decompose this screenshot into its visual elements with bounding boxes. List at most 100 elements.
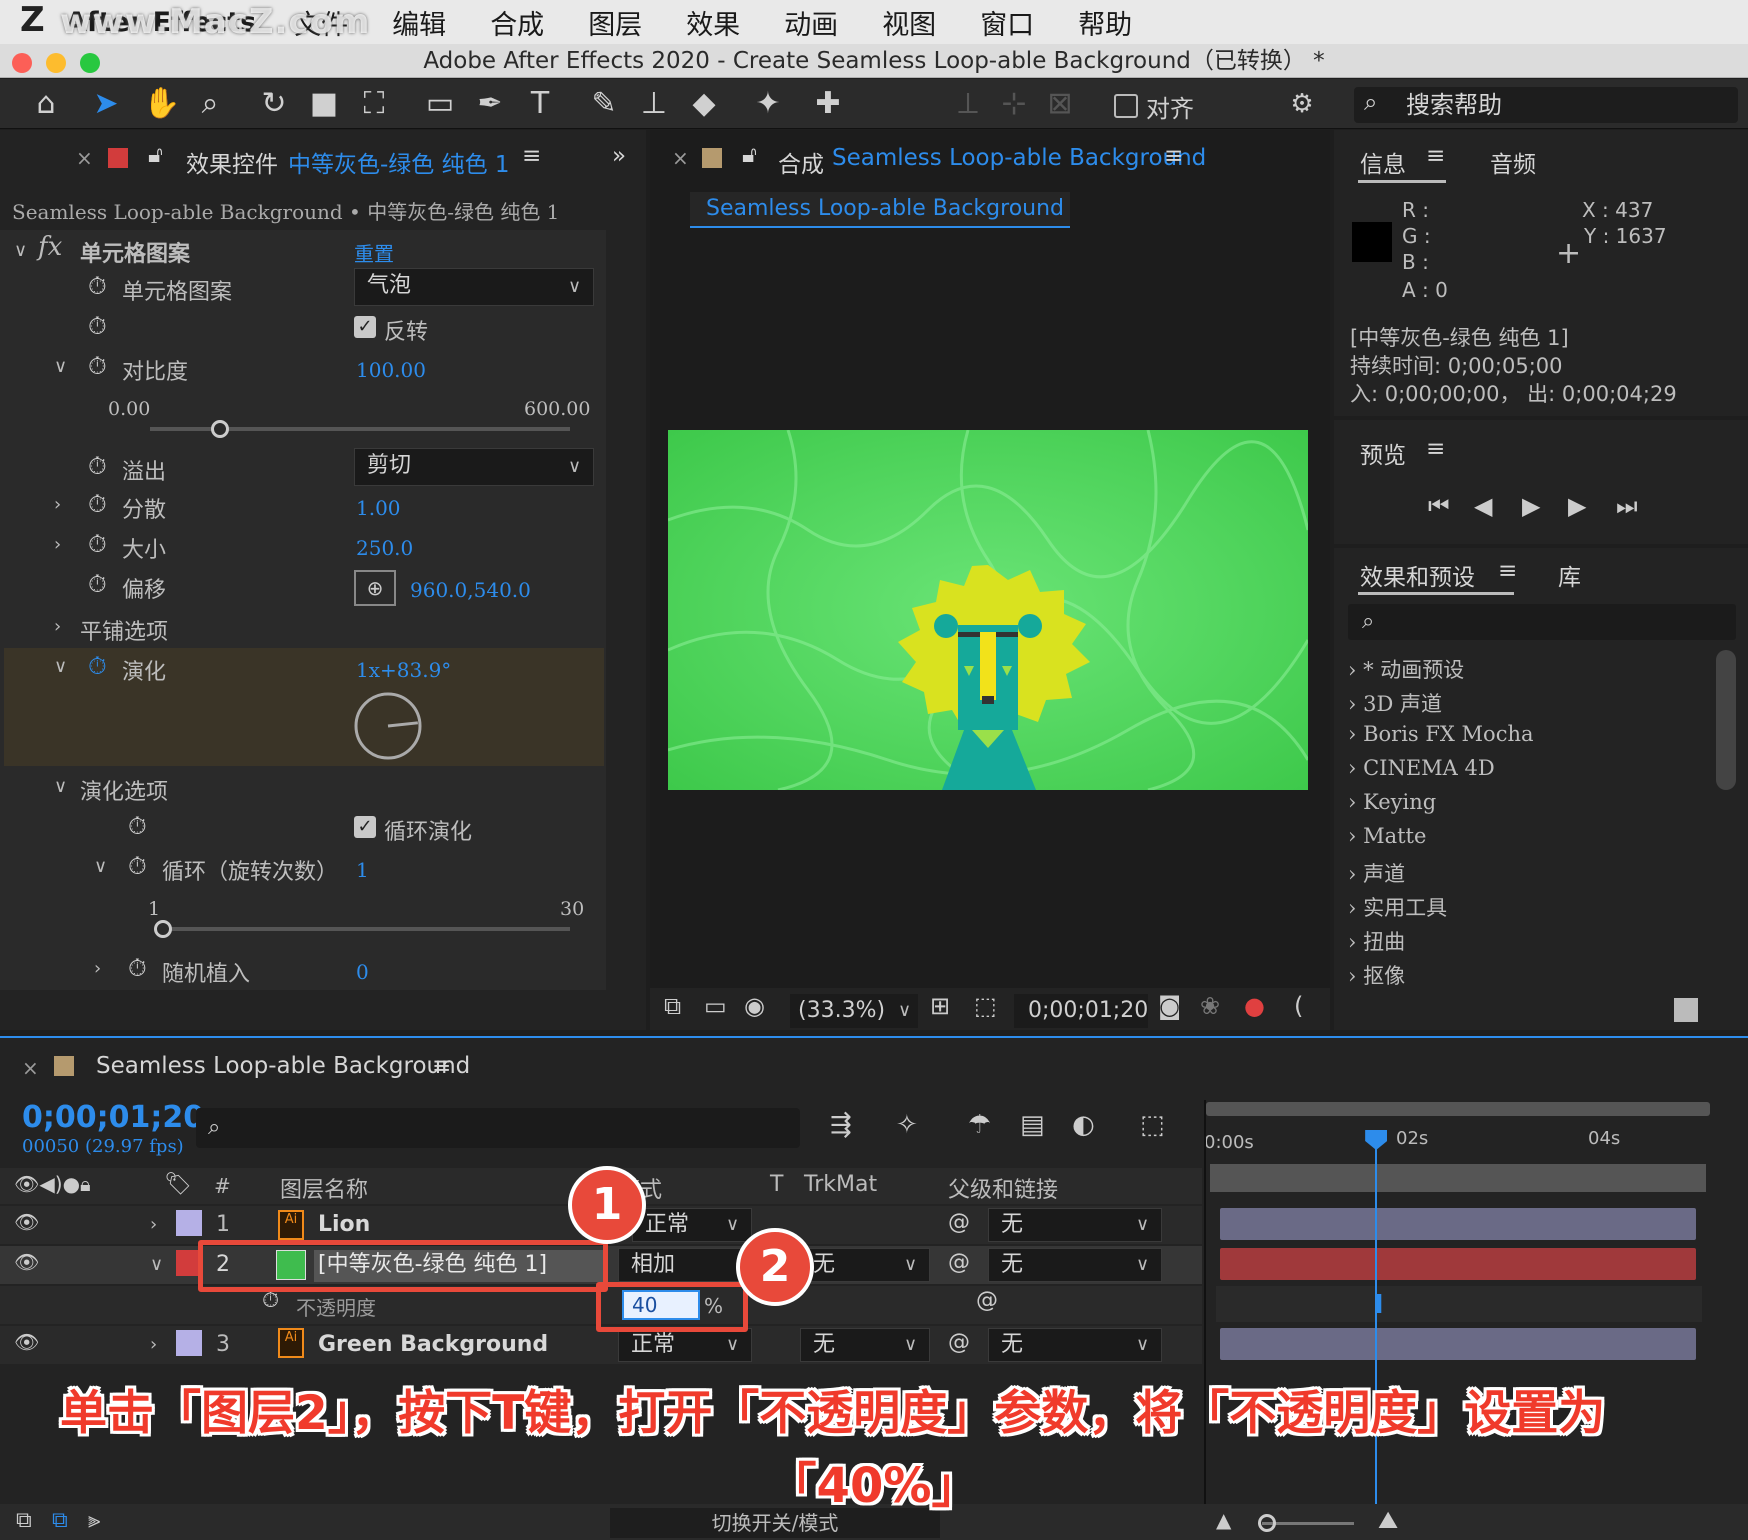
close-tab-icon[interactable]: ×	[76, 146, 93, 170]
tab-library[interactable]: 库	[1558, 558, 1581, 592]
minimize-window-button[interactable]	[46, 53, 66, 73]
draft-3d-icon[interactable]: ✧	[896, 1110, 918, 1140]
last-frame-icon[interactable]: ⏭	[1616, 492, 1638, 520]
timeline-search-input[interactable]: ⌕	[196, 1108, 800, 1148]
mask-visibility-icon[interactable]: ◉	[744, 992, 765, 1020]
hand-tool-icon[interactable]: ✋	[142, 85, 182, 123]
layer-duration-bar[interactable]	[1220, 1328, 1696, 1360]
menu-edit[interactable]: 编辑	[392, 3, 446, 42]
av-features-icon[interactable]: 👁︎◀)●🔒︎	[14, 1172, 91, 1196]
rotate-tool-icon[interactable]: ↻	[254, 85, 294, 123]
eye-icon[interactable]: 👁︎	[14, 1250, 39, 1274]
fx-icon[interactable]: fx	[38, 232, 62, 262]
invert-checkbox[interactable]: ✓	[354, 316, 376, 338]
maximize-window-button[interactable]	[80, 53, 100, 73]
random-seed-value[interactable]: 0	[356, 960, 369, 984]
axis-world-icon[interactable]: ⊹	[994, 85, 1034, 123]
shy-layers-icon[interactable]: ☂	[968, 1110, 991, 1140]
previous-frame-icon[interactable]: ◀	[1474, 492, 1492, 520]
expression-pick-whip-icon[interactable]: @	[976, 1288, 998, 1313]
list-item[interactable]: › CINEMA 4D	[1348, 756, 1495, 780]
tab-audio[interactable]: 音频	[1490, 145, 1536, 179]
list-item[interactable]: › 声道	[1348, 858, 1405, 888]
chevron-right-icon[interactable]: ›	[94, 958, 101, 979]
first-frame-icon[interactable]: ⏮	[1428, 492, 1450, 520]
disperse-value[interactable]: 1.00	[356, 496, 401, 520]
close-window-button[interactable]	[12, 53, 32, 73]
apple-logo-icon[interactable]: Z	[0, 0, 66, 44]
lock-icon[interactable]: 🔓︎	[148, 142, 163, 168]
panel-menu-icon[interactable]: ≡	[522, 143, 541, 169]
chevron-down-icon[interactable]: ∨	[14, 240, 27, 261]
list-item[interactable]: › 3D 声道	[1348, 688, 1442, 718]
pan-behind-tool-icon[interactable]: ⛶	[354, 85, 394, 123]
loop-slider[interactable]	[160, 927, 570, 931]
zoom-tool-icon[interactable]: ⌕	[190, 85, 230, 123]
chevron-right-icon[interactable]: ›	[54, 494, 61, 515]
cycle-evolution-checkbox[interactable]: ✓	[354, 816, 376, 838]
tab-effects-presets[interactable]: 效果和预设	[1360, 558, 1475, 592]
home-icon[interactable]: ⌂	[26, 85, 66, 123]
layer-label-color[interactable]	[176, 1210, 202, 1236]
clone-stamp-tool-icon[interactable]: ⊥	[634, 85, 674, 123]
pick-whip-icon[interactable]: @	[948, 1210, 970, 1235]
stopwatch-icon[interactable]: ⏱	[88, 570, 107, 598]
loop-value[interactable]: 1	[356, 858, 369, 882]
chevron-right-icon[interactable]: ›	[150, 1334, 157, 1355]
eraser-tool-icon[interactable]: ◆	[684, 85, 724, 123]
menu-view[interactable]: 视图	[882, 3, 936, 42]
layer-name[interactable]: Green Background	[318, 1332, 548, 1357]
layer-duration-bar[interactable]	[1220, 1248, 1696, 1280]
layer-duration-bar[interactable]	[1220, 1208, 1696, 1240]
evolution-value[interactable]: 1x+83.9°	[356, 658, 451, 682]
chevron-right-icon[interactable]: ›	[54, 616, 61, 637]
list-item[interactable]: › 扭曲	[1348, 926, 1405, 956]
search-help-input[interactable]: 搜索帮助	[1354, 87, 1738, 123]
stopwatch-active-icon[interactable]: ⏱	[88, 652, 107, 680]
play-icon[interactable]: ▶	[1522, 492, 1540, 520]
timeline-timecode[interactable]: 0;00;01;20	[22, 1100, 204, 1135]
eye-icon[interactable]: 👁︎	[14, 1210, 39, 1234]
time-navigator[interactable]	[1210, 1164, 1706, 1192]
layer-mode-select[interactable]: 相加	[618, 1248, 752, 1282]
close-tab-icon[interactable]: ×	[22, 1056, 39, 1080]
workspace-icon[interactable]: ⚙	[1262, 85, 1342, 123]
chevron-right-icon[interactable]: ›	[150, 1214, 157, 1235]
overflow-select[interactable]: 剪切	[354, 448, 594, 486]
pen-tool-icon[interactable]: ✒	[470, 85, 510, 123]
panel-menu-icon[interactable]: ≡	[1164, 143, 1183, 169]
panel-menu-icon[interactable]: ≡	[1426, 436, 1445, 462]
stopwatch-icon[interactable]: ⏱	[128, 812, 147, 840]
monitor-icon[interactable]: ▭	[704, 992, 727, 1020]
snapshot-icon[interactable]: ◙	[1158, 992, 1181, 1020]
size-value[interactable]: 250.0	[356, 536, 413, 560]
menu-help[interactable]: 帮助	[1078, 3, 1132, 42]
always-preview-icon[interactable]: ⧉	[664, 992, 681, 1020]
axis-view-icon[interactable]: ⊠	[1040, 85, 1080, 123]
offset-value[interactable]: 960.0,540.0	[410, 578, 531, 602]
close-tab-icon[interactable]: ×	[672, 146, 689, 170]
contrast-slider-handle[interactable]	[211, 420, 230, 438]
menu-layer[interactable]: 图层	[588, 3, 642, 42]
composition-mini-flowchart-icon[interactable]: ⇶	[830, 1110, 852, 1140]
composition-subtab[interactable]: Seamless Loop-able Background	[690, 192, 1070, 228]
motion-blur-icon[interactable]: ◐	[1072, 1110, 1095, 1140]
stopwatch-icon[interactable]: ⏱	[88, 352, 107, 380]
effects-search-input[interactable]: ⌕	[1348, 604, 1736, 640]
list-item[interactable]: › 实用工具	[1348, 892, 1447, 922]
evolution-dial[interactable]	[352, 690, 424, 762]
menu-window[interactable]: 窗口	[980, 3, 1034, 42]
panel-menu-icon[interactable]: ≡	[1498, 558, 1517, 584]
chevron-down-icon[interactable]: ∨	[150, 1254, 163, 1275]
expand-panels-icon[interactable]: »	[612, 143, 626, 169]
list-item[interactable]: › Boris FX Mocha	[1348, 722, 1534, 746]
next-frame-icon[interactable]: ▶	[1568, 492, 1586, 520]
scrollbar-thumb[interactable]	[1716, 650, 1736, 790]
align-checkbox[interactable]	[1114, 94, 1138, 118]
grid-guides-icon[interactable]: ⊞	[930, 992, 950, 1020]
axis-local-icon[interactable]: ⟂	[948, 85, 988, 123]
graph-editor-icon[interactable]: ⬚	[1140, 1110, 1165, 1140]
stopwatch-icon[interactable]: ⏱	[128, 954, 147, 982]
tab-info[interactable]: 信息	[1360, 145, 1406, 179]
text-tool-icon[interactable]: T	[520, 85, 560, 123]
